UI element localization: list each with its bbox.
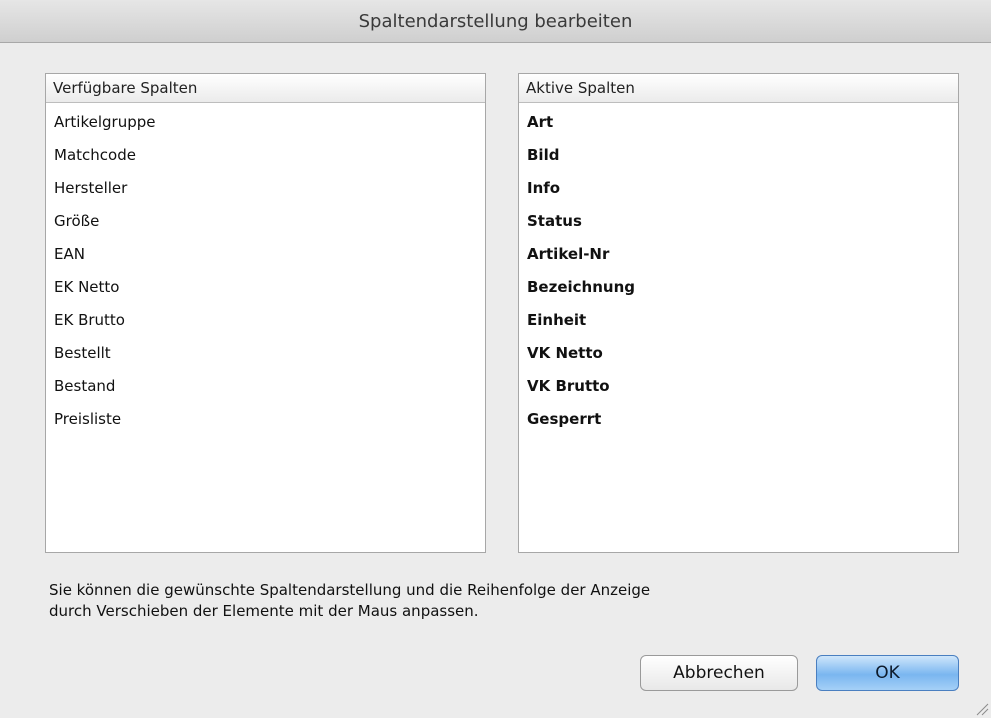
list-item-ek-netto[interactable]: EK Netto xyxy=(46,271,485,304)
hint-line-1: Sie können die gewünschte Spaltendarstel… xyxy=(49,581,651,599)
title-bar[interactable]: Spaltendarstellung bearbeiten xyxy=(0,0,991,43)
list-item-bestellt[interactable]: Bestellt xyxy=(46,337,485,370)
available-columns-list[interactable]: Verfügbare Spalten Artikelgruppe Matchco… xyxy=(45,73,486,553)
available-columns-items: Artikelgruppe Matchcode Hersteller Größe… xyxy=(46,103,485,436)
list-item-artikel-nr[interactable]: Artikel-Nr xyxy=(519,238,958,271)
list-item-gesperrt[interactable]: Gesperrt xyxy=(519,403,958,436)
active-columns-items: Art Bild Info Status Artikel-Nr Bezeichn… xyxy=(519,103,958,436)
list-item-preisliste[interactable]: Preisliste xyxy=(46,403,485,436)
list-item-vk-brutto[interactable]: VK Brutto xyxy=(519,370,958,403)
list-item-ean[interactable]: EAN xyxy=(46,238,485,271)
list-item-einheit[interactable]: Einheit xyxy=(519,304,958,337)
hint-text: Sie können die gewünschte Spaltendarstel… xyxy=(49,580,909,622)
resize-grip-icon[interactable] xyxy=(973,700,989,716)
cancel-button[interactable]: Abbrechen xyxy=(640,655,798,691)
window-title: Spaltendarstellung bearbeiten xyxy=(358,11,633,32)
list-item-bild[interactable]: Bild xyxy=(519,139,958,172)
list-item-info[interactable]: Info xyxy=(519,172,958,205)
list-item-hersteller[interactable]: Hersteller xyxy=(46,172,485,205)
list-item-bestand[interactable]: Bestand xyxy=(46,370,485,403)
list-item-art[interactable]: Art xyxy=(519,106,958,139)
list-item-matchcode[interactable]: Matchcode xyxy=(46,139,485,172)
available-columns-header: Verfügbare Spalten xyxy=(46,74,485,103)
active-columns-list[interactable]: Aktive Spalten Art Bild Info Status Arti… xyxy=(518,73,959,553)
hint-line-2: durch Verschieben der Elemente mit der M… xyxy=(49,602,479,620)
list-item-ek-brutto[interactable]: EK Brutto xyxy=(46,304,485,337)
list-item-groesse[interactable]: Größe xyxy=(46,205,485,238)
list-item-vk-netto[interactable]: VK Netto xyxy=(519,337,958,370)
list-item-artikelgruppe[interactable]: Artikelgruppe xyxy=(46,106,485,139)
ok-button[interactable]: OK xyxy=(816,655,959,691)
dialog-window: Spaltendarstellung bearbeiten Verfügbare… xyxy=(0,0,991,718)
active-columns-header: Aktive Spalten xyxy=(519,74,958,103)
list-item-bezeichnung[interactable]: Bezeichnung xyxy=(519,271,958,304)
list-item-status[interactable]: Status xyxy=(519,205,958,238)
